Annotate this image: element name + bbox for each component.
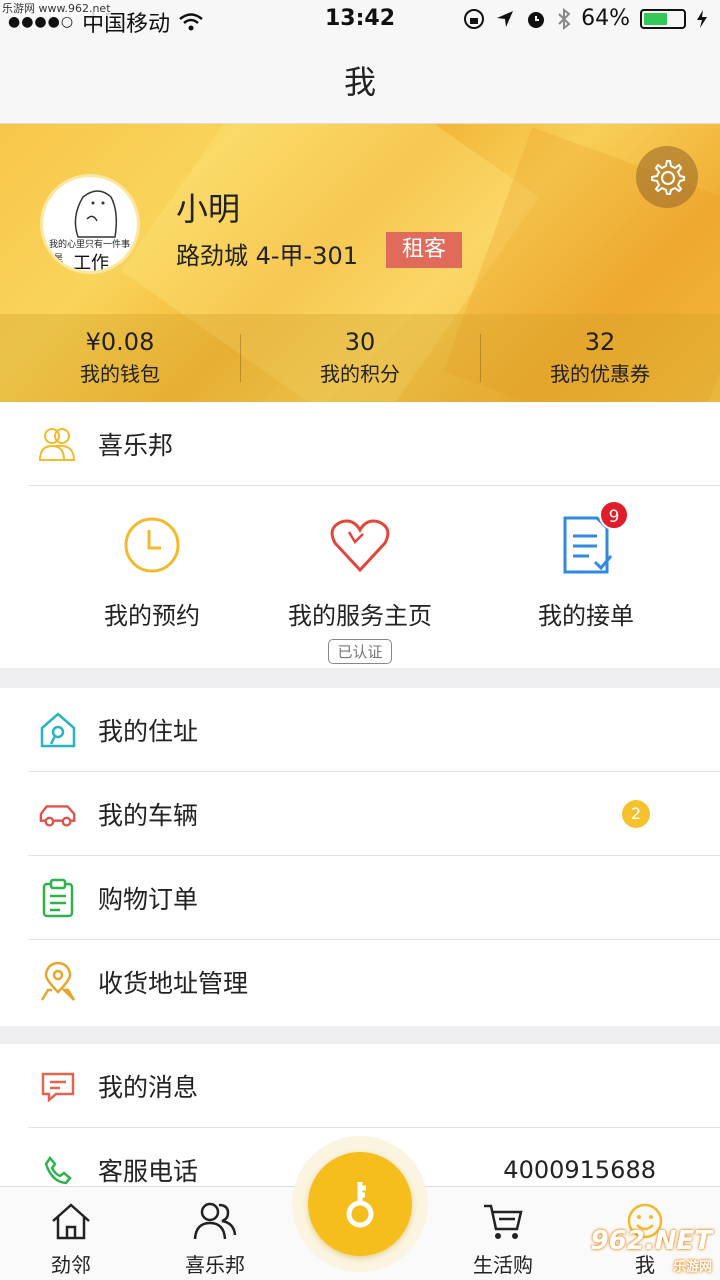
stat-label: 我的优惠券 — [550, 362, 650, 386]
service-label: 我的接单 — [538, 602, 634, 630]
house-key-icon — [38, 710, 78, 750]
avatar-caption-side: 就是 — [45, 254, 64, 264]
profile-header: 我的心里只有一件事 工作 就是 小明 路劲城 4-甲-301 租客 ¥0.08 … — [0, 124, 720, 402]
menu-item-my-vehicles[interactable]: 我的车辆 2 — [0, 772, 720, 856]
service-label: 我的服务主页 — [288, 602, 432, 630]
avatar-big-text: 工作 — [73, 253, 109, 274]
menu-label: 收货地址管理 — [98, 969, 249, 998]
menu-label: 我的车辆 — [98, 801, 199, 830]
status-bar: ●●●●○ 中国移动 13:42 64% 乐游网 www.962.net — [0, 0, 720, 40]
stat-label: 我的钱包 — [80, 362, 160, 386]
stat-value: 30 — [344, 328, 376, 356]
service-label: 我的预约 — [104, 602, 200, 630]
page-title: 我 — [343, 63, 376, 101]
location-pin-icon — [38, 962, 78, 1002]
home-icon — [52, 1203, 90, 1240]
stat-coupons[interactable]: 32 我的优惠券 — [480, 314, 720, 402]
menu-item-my-messages[interactable]: 我的消息 — [0, 1044, 720, 1128]
settings-button[interactable] — [636, 146, 698, 208]
phone-icon — [38, 1150, 78, 1186]
menu-label: 我的消息 — [98, 1073, 199, 1102]
tab-community[interactable]: 喜乐邦 — [160, 1201, 270, 1278]
menu-label: 购物订单 — [98, 885, 199, 914]
document-icon: 9 — [551, 500, 629, 580]
watermark-small: 乐游网 — [672, 1260, 712, 1275]
heart-icon — [325, 510, 395, 580]
menu-item-my-address[interactable]: 我的住址 — [0, 688, 720, 772]
watermark-big: 962.NET — [590, 1226, 712, 1256]
menu-section-1: 我的住址 我的车辆 2 购物订单 收货地址管理 — [0, 688, 720, 1026]
clipboard-icon — [38, 878, 78, 918]
stat-value: 32 — [584, 328, 616, 356]
service-homepage[interactable]: 我的服务主页 已认证 — [250, 510, 470, 664]
user-name: 小明 — [176, 190, 241, 228]
nav-bar: 我 — [0, 40, 720, 124]
count-badge: 2 — [622, 800, 650, 828]
watermark-bottom-right: 962.NET 乐游网 — [591, 1226, 712, 1275]
car-icon — [38, 794, 78, 834]
service-appointments[interactable]: 我的预约 — [42, 510, 262, 631]
bluetooth-icon — [558, 7, 571, 30]
stat-label: 我的积分 — [320, 362, 400, 386]
location-arrow-icon — [497, 10, 514, 27]
notification-badge: 9 — [599, 500, 629, 530]
community-header-row[interactable]: 喜乐邦 — [0, 402, 720, 486]
cart-icon — [484, 1204, 523, 1239]
stat-points[interactable]: 30 我的积分 — [240, 314, 480, 402]
rotation-lock-icon — [464, 8, 485, 29]
clock-icon — [117, 510, 187, 580]
watermark-top-left: 乐游网 www.962.net — [2, 0, 111, 16]
battery-icon — [640, 8, 686, 29]
verified-tag: 已认证 — [328, 639, 392, 664]
menu-label: 客服电话 — [98, 1157, 199, 1186]
role-badge: 租客 — [386, 232, 462, 268]
message-icon — [38, 1066, 78, 1106]
tab-label: 生活购 — [473, 1253, 533, 1277]
menu-label: 我的住址 — [98, 717, 199, 746]
people-outline-icon — [38, 424, 78, 464]
menu-item-shopping-orders[interactable]: 购物订单 — [0, 856, 720, 940]
people-icon — [193, 1202, 237, 1240]
community-title: 喜乐邦 — [98, 431, 174, 460]
battery-percent: 64% — [581, 6, 630, 31]
phone-number[interactable]: 4000915688 — [503, 1156, 656, 1184]
stats-bar: ¥0.08 我的钱包 30 我的积分 32 我的优惠券 — [0, 314, 720, 402]
charging-icon — [697, 9, 707, 28]
user-address: 路劲城 4-甲-301 — [176, 242, 359, 270]
tab-shopping[interactable]: 生活购 — [448, 1201, 558, 1278]
services-grid: 我的预约 我的服务主页 已认证 9 我的接单 — [0, 486, 720, 668]
key-icon — [346, 1182, 374, 1228]
tab-label: 喜乐邦 — [185, 1253, 245, 1277]
stat-value: ¥0.08 — [85, 328, 155, 356]
tab-neighbors[interactable]: 劲邻 — [16, 1201, 126, 1278]
gear-icon — [651, 160, 685, 195]
menu-item-shipping-address[interactable]: 收货地址管理 — [0, 940, 720, 1024]
service-orders-received[interactable]: 9 我的接单 — [476, 500, 696, 631]
battery-fill — [644, 12, 667, 25]
avatar[interactable]: 我的心里只有一件事 工作 就是 — [40, 174, 140, 274]
community-section: 喜乐邦 我的预约 我的服务主页 已认证 9 我的接单 — [0, 402, 720, 668]
status-right: 64% — [463, 6, 708, 31]
key-button[interactable] — [308, 1152, 412, 1256]
stat-wallet[interactable]: ¥0.08 我的钱包 — [0, 314, 240, 402]
alarm-icon — [528, 11, 545, 28]
tab-label: 劲邻 — [51, 1253, 91, 1277]
